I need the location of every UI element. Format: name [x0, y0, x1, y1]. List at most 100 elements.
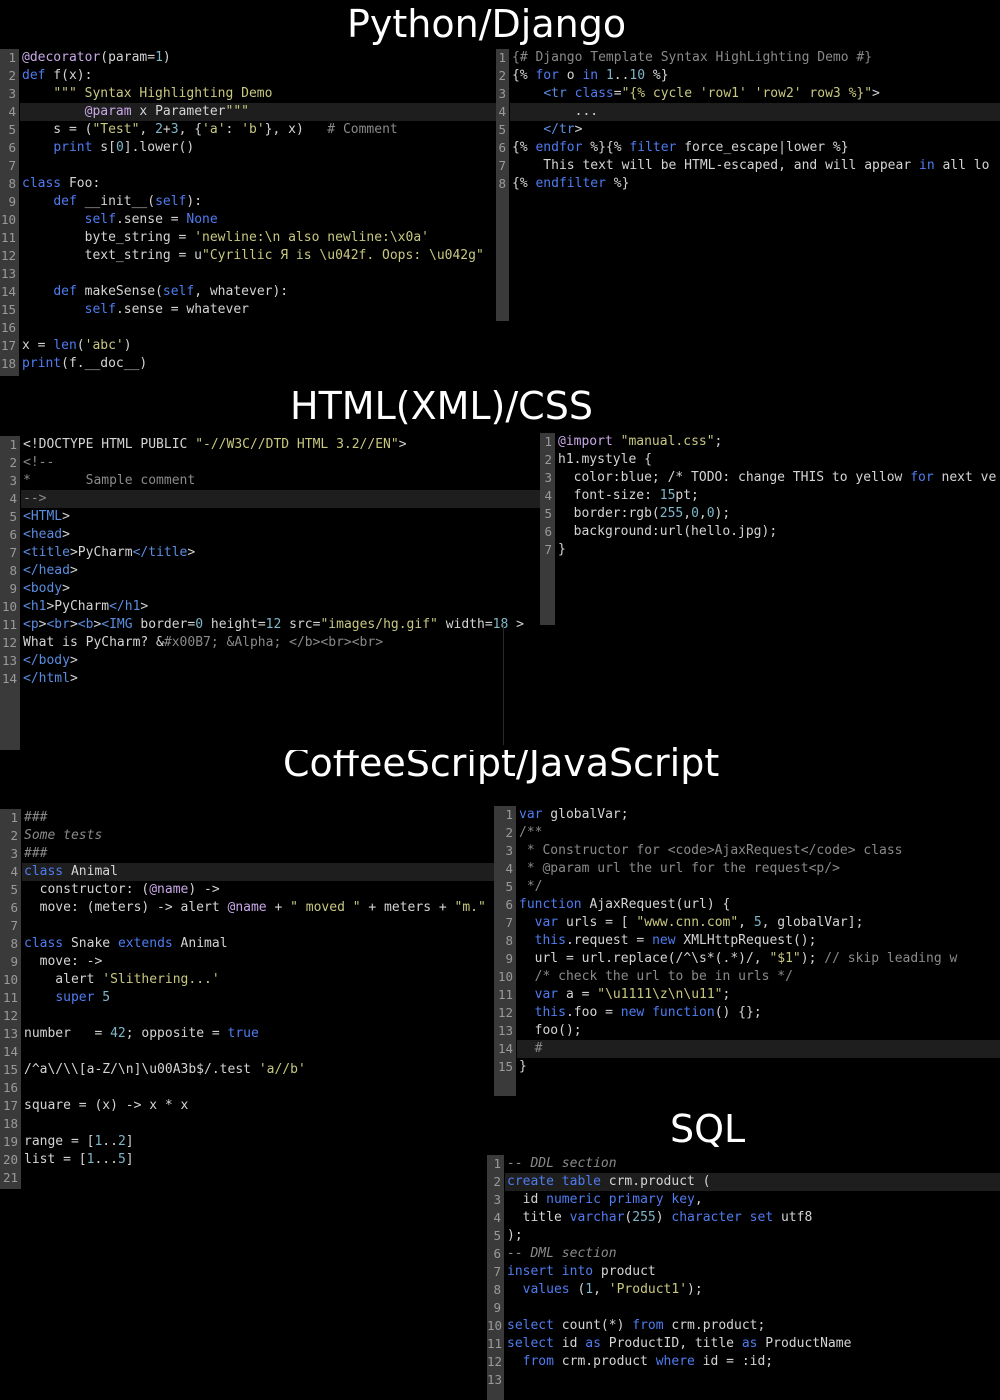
- code-line[interactable]: select count(*) from crm.product;: [505, 1317, 1000, 1335]
- code-line[interactable]: color:blue; /* TODO: change THIS to yell…: [556, 469, 1000, 487]
- code-line[interactable]: print s[0].lower(): [20, 139, 496, 157]
- code-line[interactable]: {% endfilter %}: [510, 175, 1000, 193]
- code-line[interactable]: title varchar(255) character set utf8: [505, 1209, 1000, 1227]
- code-line[interactable]: }: [556, 541, 1000, 559]
- code-line[interactable]: class Foo:: [20, 175, 496, 193]
- code-line[interactable]: [22, 917, 494, 935]
- code-area[interactable]: {# Django Template Syntax HighLighting D…: [510, 49, 1000, 321]
- code-line[interactable]: {% endfor %}{% filter force_escape|lower…: [510, 139, 1000, 157]
- code-line[interactable]: select id as ProductID, title as Product…: [505, 1335, 1000, 1353]
- code-line[interactable]: [505, 1299, 1000, 1317]
- code-line[interactable]: var a = "\u1111\z\n\u11";: [517, 986, 1000, 1004]
- code-line[interactable]: /* check the url to be in urls */: [517, 968, 1000, 986]
- code-line[interactable]: * @param url the url for the request<p/>: [517, 860, 1000, 878]
- html-editor[interactable]: 1 2 3 4 5 6 7 8 9 10 11 12 13 14 <!DOCTYPE HTML PUBLIC…: [0, 436, 540, 750]
- code-line[interactable]: text_string = u"Cyrillic Я is \u042f. Oo…: [20, 247, 496, 265]
- code-line[interactable]: }: [517, 1058, 1000, 1076]
- code-line[interactable]: ###: [22, 845, 494, 863]
- code-line[interactable]: [22, 1043, 494, 1061]
- code-line[interactable]: [22, 1079, 494, 1097]
- code-line[interactable]: square = (x) -> x * x: [22, 1097, 494, 1115]
- code-line[interactable]: s = ("Test", 2+3, {'a': 'b'}, x) # Comme…: [20, 121, 496, 139]
- code-line[interactable]: <p><br><b><IMG border=0 height=12 src="i…: [21, 616, 540, 634]
- code-line[interactable]: Some tests: [22, 827, 494, 845]
- code-line[interactable]: [20, 157, 496, 175]
- code-line[interactable]: <HTML>: [21, 508, 540, 526]
- sql-editor[interactable]: 1 2 3 4 5 6 7 8 9 10 11 12 13 -- DDL section create ta…: [487, 1155, 1000, 1400]
- code-line[interactable]: super 5: [22, 989, 494, 1007]
- code-line[interactable]: id numeric primary key,: [505, 1191, 1000, 1209]
- code-line[interactable]: self.sense = None: [20, 211, 496, 229]
- code-line[interactable]: {# Django Template Syntax HighLighting D…: [510, 49, 1000, 67]
- code-line[interactable]: @param x Parameter""": [20, 103, 496, 121]
- code-line[interactable]: def __init__(self):: [20, 193, 496, 211]
- python-editor[interactable]: 1 2 3 4 5 6 7 8 9 10 11 12 13 14 15 16 17 18 @decorator(pa…: [0, 49, 496, 376]
- code-line[interactable]: </html>: [21, 670, 540, 688]
- code-line[interactable]: [20, 265, 496, 283]
- code-line[interactable]: /**: [517, 824, 1000, 842]
- code-line[interactable]: values (1, 'Product1');: [505, 1281, 1000, 1299]
- code-line[interactable]: print(f.__doc__): [20, 355, 496, 373]
- code-line[interactable]: move: (meters) -> alert @name + " moved …: [22, 899, 494, 917]
- coffee-editor[interactable]: 1 2 3 4 5 6 7 8 9 10 11 12 13 14 15 16 17 18 19 20 21 ### Some…: [0, 809, 494, 1189]
- code-line[interactable]: [22, 1169, 494, 1187]
- code-line[interactable]: var globalVar;: [517, 806, 1000, 824]
- code-line[interactable]: foo();: [517, 1022, 1000, 1040]
- code-line[interactable]: this.request = new XMLHttpRequest();: [517, 932, 1000, 950]
- code-line[interactable]: class Snake extends Animal: [22, 935, 494, 953]
- code-area[interactable]: ### Some tests ### class Animal constructor…: [22, 809, 494, 1189]
- css-editor[interactable]: 1 2 3 4 5 6 7 @import "manual.css"; h1.mystyle {…: [540, 433, 1000, 625]
- code-line[interactable]: alert 'Slithering...': [22, 971, 494, 989]
- code-line[interactable]: {% for o in 1..10 %}: [510, 67, 1000, 85]
- code-line[interactable]: What is PyCharm? &#x00B7; &Alpha; </b><b…: [21, 634, 540, 652]
- code-line[interactable]: */: [517, 878, 1000, 896]
- code-line[interactable]: range = [1..2]: [22, 1133, 494, 1151]
- code-line[interactable]: ...: [510, 103, 1000, 121]
- code-area[interactable]: @import "manual.css"; h1.mystyle { color:…: [556, 433, 1000, 625]
- code-line[interactable]: """ Syntax Highlighting Demo: [20, 85, 496, 103]
- code-line[interactable]: this.foo = new function() {};: [517, 1004, 1000, 1022]
- code-line[interactable]: /^a\/\\[a-Z/\n]\u00A3b$/.test 'a//b': [22, 1061, 494, 1079]
- code-line[interactable]: x = len('abc'): [20, 337, 496, 355]
- code-line[interactable]: font-size: 15pt;: [556, 487, 1000, 505]
- code-line[interactable]: </body>: [21, 652, 540, 670]
- code-line[interactable]: create table crm.product (: [505, 1173, 1000, 1191]
- code-area[interactable]: -- DDL section create table crm.product (…: [505, 1155, 1000, 1400]
- code-line[interactable]: def f(x):: [20, 67, 496, 85]
- code-line[interactable]: [22, 1007, 494, 1025]
- code-line[interactable]: @decorator(param=1): [20, 49, 496, 67]
- js-editor[interactable]: 1 2 3 4 5 6 7 8 9 10 11 12 13 14 15 var globalVar;/** *…: [494, 806, 1000, 1096]
- code-line[interactable]: constructor: (@name) ->: [22, 881, 494, 899]
- code-line[interactable]: <!DOCTYPE HTML PUBLIC "-//W3C//DTD HTML …: [21, 436, 540, 454]
- code-line[interactable]: <title>PyCharm</title>: [21, 544, 540, 562]
- code-line[interactable]: move: ->: [22, 953, 494, 971]
- code-line[interactable]: h1.mystyle {: [556, 451, 1000, 469]
- code-line[interactable]: from crm.product where id = :id;: [505, 1353, 1000, 1371]
- code-line[interactable]: <h1>PyCharm</h1>: [21, 598, 540, 616]
- code-line[interactable]: <tr class="{% cycle 'row1' 'row2' row3 %…: [510, 85, 1000, 103]
- code-line[interactable]: -->: [21, 490, 540, 508]
- code-line[interactable]: * Constructor for <code>AjaxRequest</cod…: [517, 842, 1000, 860]
- code-line[interactable]: [505, 1371, 1000, 1389]
- code-line[interactable]: list = [1...5]: [22, 1151, 494, 1169]
- code-line[interactable]: class Animal: [22, 863, 494, 881]
- code-line[interactable]: var urls = [ "www.cnn.com", 5, globalVar…: [517, 914, 1000, 932]
- code-line[interactable]: self.sense = whatever: [20, 301, 496, 319]
- code-line[interactable]: </head>: [21, 562, 540, 580]
- code-line[interactable]: -- DML section: [505, 1245, 1000, 1263]
- code-line[interactable]: #: [517, 1040, 1000, 1058]
- code-line[interactable]: byte_string = 'newline:\n also newline:\…: [20, 229, 496, 247]
- code-line[interactable]: <body>: [21, 580, 540, 598]
- django-editor[interactable]: 1 2 3 4 5 6 7 8 {# Django Template Syntax HighLi…: [496, 49, 1000, 321]
- code-line[interactable]: [22, 1115, 494, 1133]
- code-area[interactable]: <!DOCTYPE HTML PUBLIC "-//W3C//DTD HTML …: [21, 436, 540, 750]
- code-line[interactable]: @import "manual.css";: [556, 433, 1000, 451]
- code-line[interactable]: [20, 319, 496, 337]
- code-line[interactable]: * Sample comment: [21, 472, 540, 490]
- code-line[interactable]: def makeSense(self, whatever):: [20, 283, 496, 301]
- code-line[interactable]: number = 42; opposite = true: [22, 1025, 494, 1043]
- code-area[interactable]: @decorator(param=1) def f(x): """ Syntax …: [20, 49, 496, 376]
- code-area[interactable]: var globalVar;/** * Constructor for <cod…: [517, 806, 1000, 1096]
- code-line[interactable]: );: [505, 1227, 1000, 1245]
- code-line[interactable]: -- DDL section: [505, 1155, 1000, 1173]
